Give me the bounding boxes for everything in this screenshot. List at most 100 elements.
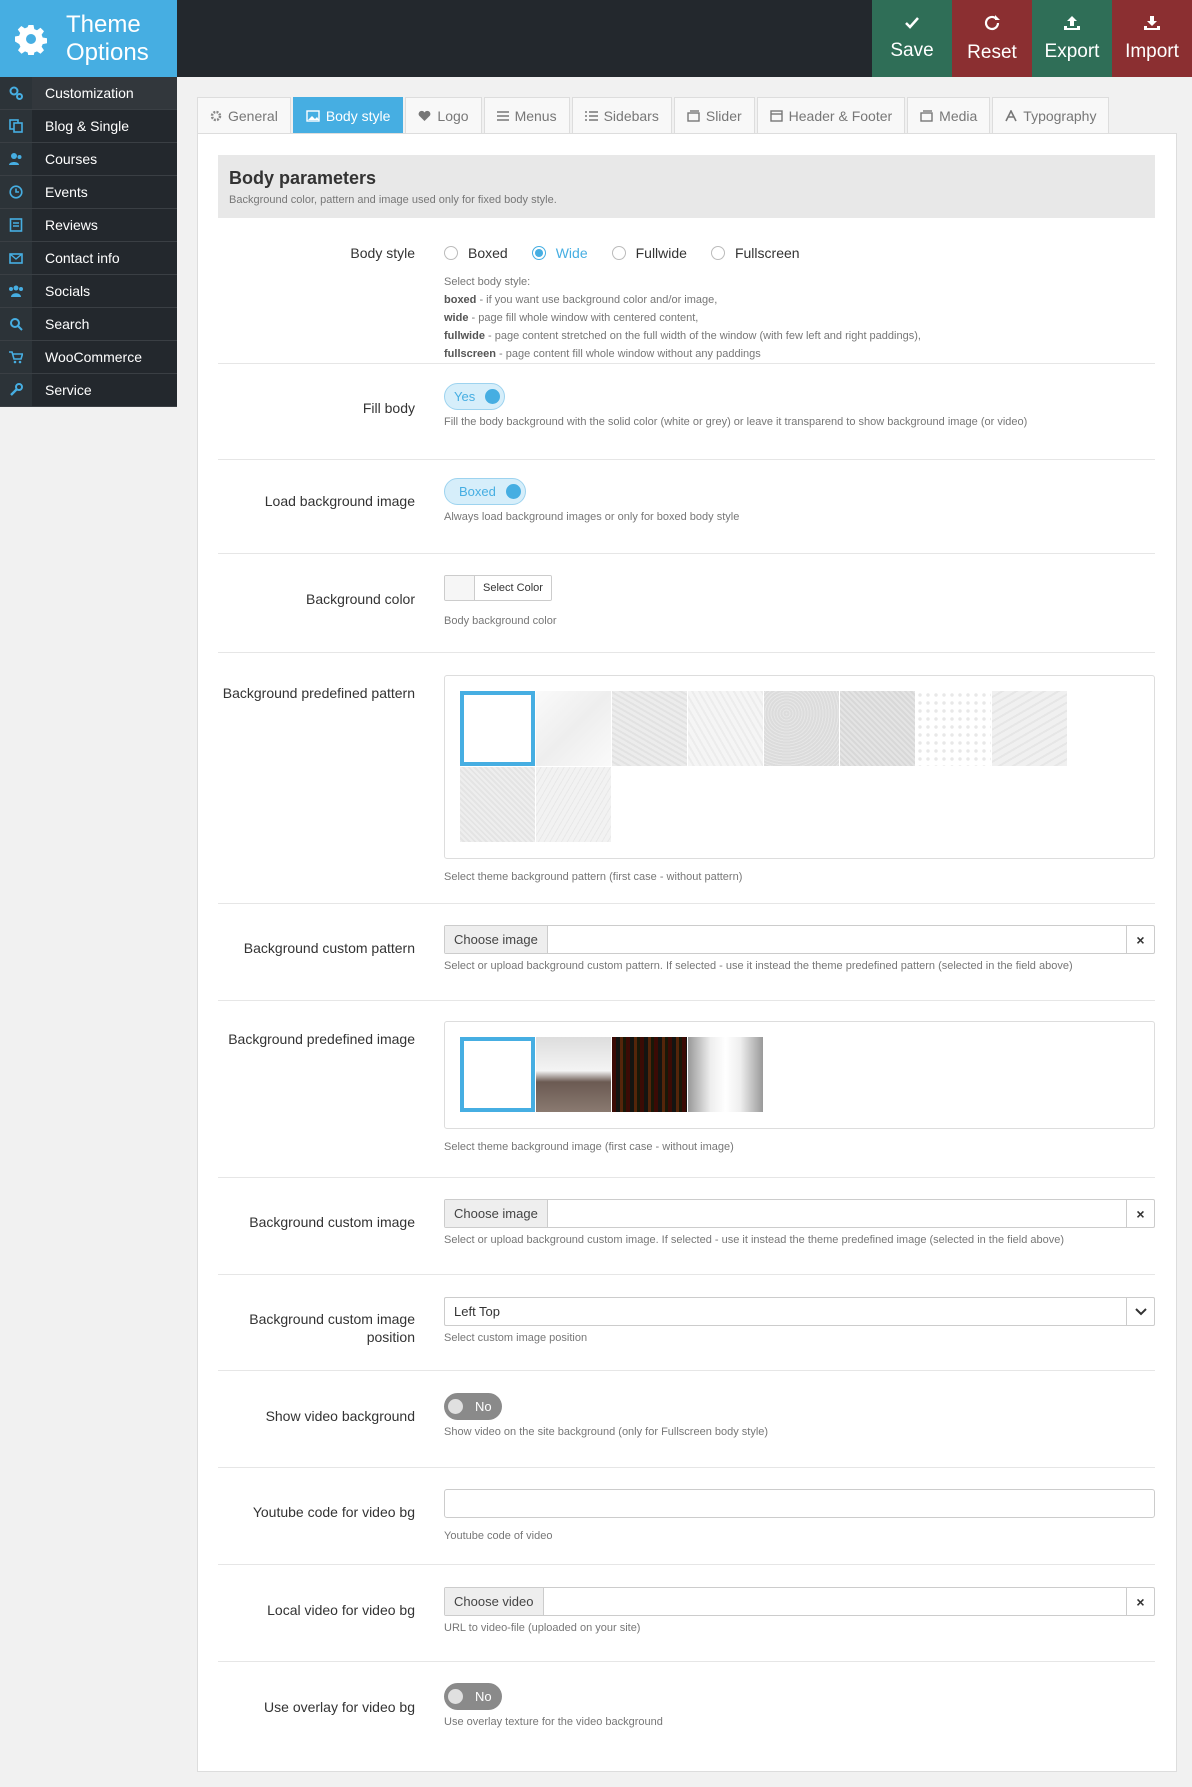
tab-media[interactable]: Media <box>907 97 991 133</box>
radio-wide[interactable]: Wide <box>531 245 588 261</box>
pattern-tile[interactable] <box>460 767 535 842</box>
options-panel: Body parameters Background color, patter… <box>197 133 1177 1772</box>
reset-button[interactable]: Reset <box>952 0 1032 77</box>
image-tile-library[interactable] <box>612 1037 687 1112</box>
sidebar-item-events[interactable]: Events <box>0 176 177 209</box>
youtube-code-input[interactable] <box>444 1489 1155 1518</box>
download-icon <box>1143 15 1161 41</box>
media-icon <box>920 109 933 122</box>
custom-pattern-label: Background custom pattern <box>243 940 415 956</box>
tab-body-style[interactable]: Body style <box>292 97 404 133</box>
local-video-value[interactable] <box>544 1588 1127 1615</box>
sidebar-item-label: Service <box>45 382 92 398</box>
group-icon <box>0 275 32 307</box>
tab-label: Slider <box>705 107 742 124</box>
tab-menus[interactable]: Menus <box>483 97 570 133</box>
import-button[interactable]: Import <box>1112 0 1192 77</box>
tab-label: Sidebars <box>603 107 659 124</box>
pattern-tile[interactable] <box>840 691 915 766</box>
pattern-none[interactable] <box>460 691 535 766</box>
overlay-toggle[interactable]: No <box>444 1683 502 1710</box>
custom-pattern-input: Choose image × <box>444 925 1155 954</box>
clear-button[interactable]: × <box>1126 1588 1154 1615</box>
desc-intro: Select body style: <box>444 276 531 288</box>
image-position-select[interactable]: Left Top <box>444 1297 1155 1326</box>
desc-line: wide - page fill whole window with cente… <box>444 312 699 324</box>
radio-fullscreen[interactable]: Fullscreen <box>710 245 800 261</box>
refresh-icon <box>983 14 1001 42</box>
save-label: Save <box>890 39 934 61</box>
local-video-input: Choose video × <box>444 1587 1155 1616</box>
body-style-desc: Select body style: boxed - if you want u… <box>444 273 1155 363</box>
tab-slider[interactable]: Slider <box>673 97 755 133</box>
cogs-icon <box>0 77 32 109</box>
pattern-tile[interactable] <box>536 691 611 766</box>
export-button[interactable]: Export <box>1032 0 1112 77</box>
pattern-tile[interactable] <box>688 691 763 766</box>
image-icon <box>306 109 320 122</box>
clear-button[interactable]: × <box>1126 1200 1154 1227</box>
sidebar-item-contact-info[interactable]: Contact info <box>0 242 177 275</box>
desc-line: fullwide - page content stretched on the… <box>444 330 921 342</box>
radio-boxed[interactable]: Boxed <box>444 245 508 261</box>
pattern-tile[interactable] <box>992 691 1067 766</box>
tab-label: Media <box>939 107 978 124</box>
image-gallery <box>444 1021 1155 1129</box>
custom-image-label: Background custom image <box>249 1214 415 1230</box>
export-label: Export <box>1044 40 1100 62</box>
tab-bar: General Body style Logo Menus Sidebars S… <box>197 97 1111 133</box>
toggle-label: No <box>475 1399 492 1414</box>
wrench-icon <box>0 374 32 406</box>
choose-video-button[interactable]: Choose video <box>445 1588 544 1615</box>
image-none[interactable] <box>460 1037 535 1112</box>
sidebar-item-search[interactable]: Search <box>0 308 177 341</box>
body-style-radios: Boxed Wide Fullwide Fullscreen <box>444 242 1155 264</box>
pattern-tile[interactable] <box>612 691 687 766</box>
menu-icon <box>496 110 509 121</box>
app-title-line2: Options <box>66 38 149 66</box>
gear-icon <box>210 110 222 121</box>
video-bg-label: Show video background <box>265 1408 415 1424</box>
sidebar-item-customization[interactable]: Customization <box>0 77 177 110</box>
tab-typography[interactable]: Typography <box>992 97 1110 133</box>
fill-body-toggle[interactable]: Yes <box>444 383 506 410</box>
choose-image-button[interactable]: Choose image <box>445 1200 548 1227</box>
sidebar-item-reviews[interactable]: Reviews <box>0 209 177 242</box>
sidebar-item-label: Customization <box>45 85 134 101</box>
choose-image-button[interactable]: Choose image <box>445 926 548 953</box>
clear-button[interactable]: × <box>1126 926 1154 953</box>
tab-header-footer[interactable]: Header & Footer <box>756 97 906 133</box>
custom-image-value[interactable] <box>548 1200 1126 1227</box>
sidebar-item-woocommerce[interactable]: WooCommerce <box>0 341 177 374</box>
save-button[interactable]: Save <box>872 0 952 77</box>
image-tile-corridor[interactable] <box>688 1037 763 1112</box>
image-tile-attic[interactable] <box>536 1037 611 1112</box>
pattern-tile[interactable] <box>764 691 839 766</box>
load-bg-toggle[interactable]: Boxed <box>444 478 526 505</box>
video-bg-toggle[interactable]: No <box>444 1393 502 1420</box>
sidebar-item-service[interactable]: Service <box>0 374 177 407</box>
sidebar-item-courses[interactable]: Courses <box>0 143 177 176</box>
sidebar-item-label: Courses <box>45 151 98 167</box>
radio-fullwide[interactable]: Fullwide <box>611 245 687 261</box>
pattern-tile[interactable] <box>536 767 611 842</box>
tab-logo[interactable]: Logo <box>405 97 482 133</box>
bg-image-desc: Select theme background image (first cas… <box>444 1141 734 1153</box>
body-style-label: Body style <box>350 245 415 261</box>
sidebar-item-socials[interactable]: Socials <box>0 275 177 308</box>
check-icon <box>905 16 919 40</box>
radio-label: Wide <box>555 245 588 261</box>
tab-label: General <box>228 107 278 124</box>
custom-pattern-value[interactable] <box>548 926 1126 953</box>
sidebar-item-blog-single[interactable]: Blog & Single <box>0 110 177 143</box>
select-color-button[interactable]: Select Color <box>444 575 552 601</box>
select-color-label: Select Color <box>475 576 551 600</box>
envelope-icon <box>0 242 32 274</box>
row-local-video: Local video for video bg Choose video × … <box>218 1565 1155 1662</box>
local-video-desc: URL to video-file (uploaded on your site… <box>444 1622 641 1634</box>
tab-sidebars[interactable]: Sidebars <box>571 97 672 133</box>
tab-general[interactable]: General <box>197 97 291 133</box>
pattern-tile[interactable] <box>916 691 991 766</box>
sidebar: Customization Blog & Single Courses Even… <box>0 77 177 407</box>
row-custom-image: Background custom image Choose image × S… <box>218 1178 1155 1275</box>
